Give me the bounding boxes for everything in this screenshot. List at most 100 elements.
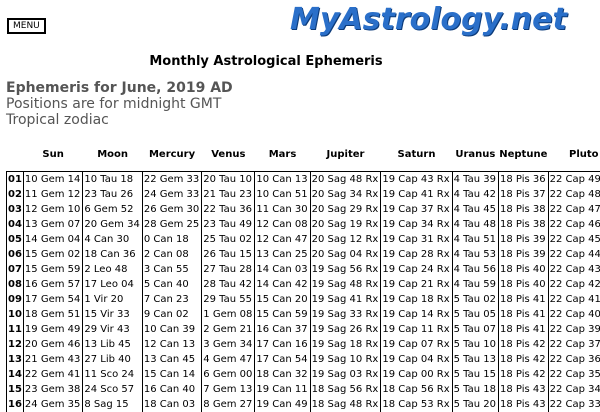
column-header-pluto: Pluto xyxy=(548,145,600,163)
column-header-venus: Venus xyxy=(202,145,255,163)
day-cell: 09 xyxy=(7,292,24,307)
day-cell: 07 xyxy=(7,262,24,277)
position-cell: 8 Gem 27 xyxy=(202,397,255,412)
day-cell: 08 xyxy=(7,277,24,292)
position-cell: 18 Pis 42 xyxy=(499,367,549,382)
position-cell: 2 Gem 21 xyxy=(202,322,255,337)
position-cell: 19 Cap 00 Rx xyxy=(381,367,452,382)
day-cell: 11 xyxy=(7,322,24,337)
position-cell: 19 Sag 03 Rx xyxy=(310,367,381,382)
position-cell: 19 Can 11 xyxy=(255,382,310,397)
position-cell: 16 Can 37 xyxy=(255,322,310,337)
site-logo[interactable]: MyAstrology.net xyxy=(290,2,567,37)
position-cell: 17 Can 54 xyxy=(255,352,310,367)
position-cell: 24 Gem 33 xyxy=(142,187,201,202)
position-cell: 26 Gem 30 xyxy=(142,202,201,217)
table-row: 0514 Gem 044 Can 300 Can 1825 Tau 0212 C… xyxy=(7,232,600,247)
position-cell: 17 Leo 04 xyxy=(83,277,142,292)
position-cell: 22 Tau 36 xyxy=(202,202,255,217)
table-row: 1523 Gem 3824 Sco 5716 Can 407 Gem 1319 … xyxy=(7,382,600,397)
position-cell: 0 Can 18 xyxy=(142,232,201,247)
position-cell: 22 Cap 41 Rx xyxy=(548,292,600,307)
position-cell: 4 Tau 59 xyxy=(452,277,498,292)
column-header-saturn: Saturn xyxy=(381,145,452,163)
position-cell: 4 Tau 39 xyxy=(452,172,498,188)
day-cell: 06 xyxy=(7,247,24,262)
column-header-uranus: Uranus xyxy=(452,145,498,163)
position-cell: 19 Cap 07 Rx xyxy=(381,337,452,352)
position-cell: 4 Gem 47 xyxy=(202,352,255,367)
position-cell: 4 Tau 42 xyxy=(452,187,498,202)
position-cell: 23 Tau 49 xyxy=(202,217,255,232)
position-cell: 1 Vir 20 xyxy=(83,292,142,307)
position-cell: 5 Tau 05 xyxy=(452,307,498,322)
position-cell: 19 Cap 24 Rx xyxy=(381,262,452,277)
position-cell: 27 Tau 28 xyxy=(202,262,255,277)
position-cell: 5 Can 40 xyxy=(142,277,201,292)
position-cell: 7 Gem 13 xyxy=(202,382,255,397)
position-cell: 18 Sag 56 Rx xyxy=(310,382,381,397)
position-cell: 18 Pis 39 xyxy=(499,247,549,262)
table-row: 1220 Gem 4613 Lib 4512 Can 133 Gem 3417 … xyxy=(7,337,600,352)
position-cell: 28 Tau 42 xyxy=(202,277,255,292)
table-row: 1321 Gem 4327 Lib 4013 Can 454 Gem 4717 … xyxy=(7,352,600,367)
position-cell: 20 Tau 10 xyxy=(202,172,255,188)
position-cell: 20 Sag 34 Rx xyxy=(310,187,381,202)
column-header-day xyxy=(7,145,24,163)
ephemeris-time-note: Positions are for midnight GMT xyxy=(6,96,233,112)
position-cell: 22 Cap 46 Rx xyxy=(548,217,600,232)
day-cell: 03 xyxy=(7,202,24,217)
table-row: 0312 Gem 106 Gem 5226 Gem 3022 Tau 3611 … xyxy=(7,202,600,217)
position-cell: 6 Gem 00 xyxy=(202,367,255,382)
table-row: 1119 Gem 4929 Vir 4310 Can 392 Gem 2116 … xyxy=(7,322,600,337)
position-cell: 15 Can 20 xyxy=(255,292,310,307)
position-cell: 16 Gem 57 xyxy=(23,277,82,292)
position-cell: 10 Can 39 xyxy=(142,322,201,337)
position-cell: 19 Sag 41 Rx xyxy=(310,292,381,307)
table-row: 0816 Gem 5717 Leo 045 Can 4028 Tau 4214 … xyxy=(7,277,600,292)
table-row: 0110 Gem 1410 Tau 1822 Gem 3320 Tau 1010… xyxy=(7,172,600,188)
position-cell: 19 Cap 21 Rx xyxy=(381,277,452,292)
position-cell: 18 Can 32 xyxy=(255,367,310,382)
position-cell: 12 Can 47 xyxy=(255,232,310,247)
ephemeris-table: SunMoonMercuryVenusMarsJupiterSaturnUran… xyxy=(6,145,600,412)
position-cell: 18 Pis 40 xyxy=(499,262,549,277)
position-cell: 8 Sag 15 xyxy=(83,397,142,412)
position-cell: 22 Cap 39 Rx xyxy=(548,322,600,337)
position-cell: 19 Cap 18 Rx xyxy=(381,292,452,307)
position-cell: 13 Lib 45 xyxy=(83,337,142,352)
table-row: 0715 Gem 592 Leo 483 Can 5527 Tau 2814 C… xyxy=(7,262,600,277)
table-row: 1422 Gem 4111 Sco 2415 Can 146 Gem 0018 … xyxy=(7,367,600,382)
position-cell: 14 Can 42 xyxy=(255,277,310,292)
position-cell: 15 Gem 59 xyxy=(23,262,82,277)
position-cell: 14 Can 03 xyxy=(255,262,310,277)
position-cell: 7 Can 23 xyxy=(142,292,201,307)
position-cell: 22 Cap 44 Rx xyxy=(548,247,600,262)
position-cell: 22 Cap 37 Rx xyxy=(548,337,600,352)
position-cell: 2 Leo 48 xyxy=(83,262,142,277)
position-cell: 19 Cap 37 Rx xyxy=(381,202,452,217)
position-cell: 20 Sag 04 Rx xyxy=(310,247,381,262)
position-cell: 18 Pis 43 xyxy=(499,382,549,397)
position-cell: 22 Cap 33 Rx xyxy=(548,397,600,412)
position-cell: 18 Can 03 xyxy=(142,397,201,412)
position-cell: 19 Sag 48 Rx xyxy=(310,277,381,292)
day-cell: 15 xyxy=(7,382,24,397)
position-cell: 22 Cap 35 Rx xyxy=(548,367,600,382)
position-cell: 18 Pis 38 xyxy=(499,217,549,232)
table-header-row: SunMoonMercuryVenusMarsJupiterSaturnUran… xyxy=(7,145,600,163)
column-header-mars: Mars xyxy=(255,145,310,163)
table-row: 1018 Gem 5115 Vir 339 Can 021 Gem 0815 C… xyxy=(7,307,600,322)
position-cell: 11 Sco 24 xyxy=(83,367,142,382)
position-cell: 10 Can 13 xyxy=(255,172,310,188)
table-body: 0110 Gem 1410 Tau 1822 Gem 3320 Tau 1010… xyxy=(7,172,600,412)
position-cell: 19 Sag 10 Rx xyxy=(310,352,381,367)
position-cell: 29 Tau 55 xyxy=(202,292,255,307)
position-cell: 16 Can 40 xyxy=(142,382,201,397)
position-cell: 5 Tau 15 xyxy=(452,367,498,382)
menu-button[interactable]: MENU xyxy=(7,18,46,34)
position-cell: 22 Cap 40 Rx xyxy=(548,307,600,322)
position-cell: 19 Cap 11 Rx xyxy=(381,322,452,337)
position-cell: 6 Gem 52 xyxy=(83,202,142,217)
position-cell: 19 Sag 18 Rx xyxy=(310,337,381,352)
